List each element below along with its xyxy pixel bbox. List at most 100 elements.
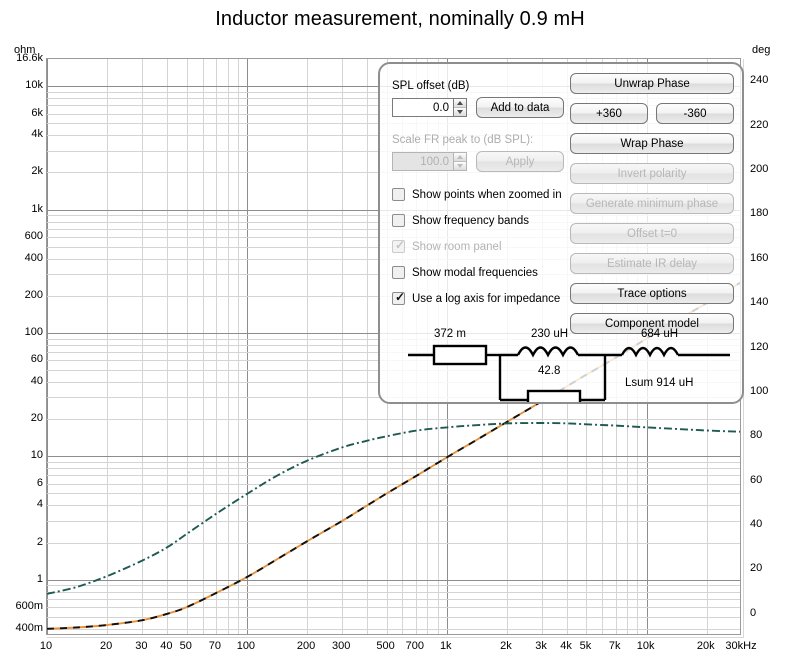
- left-axis-tick-label: 4k: [31, 128, 43, 141]
- left-axis-tick-label: 4: [36, 498, 43, 511]
- x-axis-tick-label: 700: [405, 640, 424, 652]
- x-axis-tick-label: 2k: [500, 640, 512, 652]
- minus-360-button[interactable]: -360: [656, 103, 734, 124]
- spl-offset-spin-buttons[interactable]: [454, 98, 467, 117]
- left-axis-tick-label: 16.6k: [16, 52, 43, 64]
- offset-t0-button: Offset t=0: [570, 223, 734, 244]
- checkbox-label: Use a log axis for impedance: [412, 292, 561, 305]
- x-axis-tick-label: 40: [160, 640, 173, 652]
- plus-360-button[interactable]: +360: [570, 103, 648, 124]
- spl-offset-increment-button[interactable]: [454, 99, 466, 108]
- left-axis-tick-label: 60: [30, 353, 43, 366]
- left-axis-tick-label: 2: [36, 535, 43, 548]
- left-axis-tick-label: 1: [36, 572, 43, 585]
- right-axis-tick-label: 140: [750, 296, 769, 309]
- checkbox-label: Show modal frequencies: [412, 266, 538, 279]
- x-axis-tick-label: 300: [332, 640, 351, 652]
- checkbox-label: Show room panel: [412, 240, 502, 253]
- x-axis-tick-label: 70: [208, 640, 222, 652]
- left-axis-tick-label: 600: [24, 229, 43, 242]
- checkbox-show-points-when-zoomed-in[interactable]: Show points when zoomed in: [392, 188, 562, 201]
- x-axis-tick-label: 100: [236, 640, 256, 652]
- right-axis-tick-label: 80: [750, 429, 763, 442]
- scale-fr-label: Scale FR peak to (dB SPL):: [392, 134, 534, 146]
- x-axis-tick-label: 10k: [636, 640, 655, 652]
- right-axis-tick-label: 160: [750, 251, 769, 264]
- unwrap-phase-button[interactable]: Unwrap Phase: [570, 73, 734, 94]
- checkbox-label: Show frequency bands: [412, 214, 529, 227]
- series-inductance-label: 684 uH: [641, 328, 679, 340]
- checkbox-box[interactable]: [392, 188, 405, 201]
- right-axis-tick-label: 100: [750, 384, 769, 397]
- left-axis-tick-label: 1k: [31, 202, 43, 215]
- left-axis-tick-label: 100: [24, 325, 43, 338]
- x-axis-tick-label: 4k: [560, 640, 572, 652]
- right-axis-tick-label: 120: [750, 340, 769, 353]
- x-axis-tick-label: 20k: [696, 640, 715, 652]
- right-axis-tick-label: 20: [750, 562, 763, 575]
- checkbox-show-frequency-bands[interactable]: Show frequency bands: [392, 214, 529, 227]
- x-axis-tick-label: 200: [296, 640, 316, 652]
- x-axis-tick-label: 7k: [608, 640, 621, 652]
- x-axis-tick-label: 10: [39, 640, 53, 652]
- trace-options-button[interactable]: Trace options: [570, 283, 734, 304]
- curve-phase: [47, 422, 740, 595]
- left-axis-tick-label: 400: [24, 251, 43, 264]
- checkbox-label: Show points when zoomed in: [412, 188, 562, 201]
- left-axis-tick-label: 40: [30, 375, 43, 388]
- series-resistance-label: 372 m: [434, 328, 466, 340]
- right-axis-tick-label: 60: [750, 473, 763, 486]
- left-axis-tick-label: 2k: [31, 165, 43, 178]
- spl-offset-decrement-button[interactable]: [454, 108, 466, 116]
- right-axis-tick-label: 0: [750, 606, 757, 619]
- spl-offset-stepper[interactable]: 0.0: [392, 98, 467, 117]
- left-axis-tick-label: 400m: [15, 621, 43, 634]
- add-to-data-button[interactable]: Add to data: [476, 97, 564, 118]
- checkbox-show-room-panel: ✓ Show room panel: [392, 238, 502, 253]
- x-axis-tick-label: 20: [100, 640, 113, 652]
- check-icon: ✓: [395, 238, 406, 252]
- x-axis-tick-label: 5k: [579, 640, 592, 652]
- left-axis-tick-label: 600m: [15, 600, 43, 613]
- checkbox-box[interactable]: [392, 214, 405, 227]
- parallel-resistance-label: 42.8: [538, 365, 561, 377]
- x-axis-tick-label: 30: [135, 640, 148, 652]
- checkbox-show-modal-frequencies[interactable]: Show modal frequencies: [392, 266, 538, 279]
- left-axis-tick-label: 10: [30, 449, 43, 462]
- wrap-phase-button[interactable]: Wrap Phase: [570, 133, 734, 154]
- right-axis-unit: deg: [752, 44, 771, 56]
- right-axis-tick-label: 220: [750, 118, 769, 131]
- checkbox-box[interactable]: [392, 266, 405, 279]
- x-axis-tick-label: 500: [376, 640, 395, 652]
- x-axis-tick-label: 30kHz: [725, 640, 757, 652]
- apply-button: Apply: [476, 151, 564, 172]
- scale-fr-stepper: 100.0: [392, 152, 467, 171]
- parallel-inductance-label: 230 uH: [531, 328, 569, 340]
- x-axis-tick-label: 50: [179, 640, 192, 652]
- checkbox-box: ✓: [392, 238, 406, 253]
- checkbox-box[interactable]: ✓: [392, 291, 405, 305]
- estimate-ir-delay-button: Estimate IR delay: [570, 253, 734, 274]
- left-axis-tick-label: 20: [30, 412, 43, 425]
- scale-fr-decrement-button: [454, 162, 466, 170]
- right-axis-tick-label: 240: [750, 74, 769, 87]
- scale-fr-input: 100.0: [392, 152, 454, 171]
- right-axis-tick-label: 180: [750, 207, 769, 220]
- x-axis-tick-label: 1k: [439, 640, 452, 652]
- right-axis-tick-label: 40: [750, 518, 763, 531]
- invert-polarity-button: Invert polarity: [570, 163, 734, 184]
- scale-fr-spin-buttons: [454, 152, 467, 171]
- x-axis-tick-label: 3k: [535, 640, 547, 652]
- generate-minimum-phase-button: Generate minimum phase: [570, 193, 734, 214]
- spl-offset-label: SPL offset (dB): [392, 80, 470, 92]
- checkbox-use-log-axis-for-impedance[interactable]: ✓ Use a log axis for impedance: [392, 291, 561, 305]
- left-axis-tick-label: 6k: [31, 106, 43, 119]
- left-axis-tick-label: 10k: [25, 79, 43, 92]
- page-title: Inductor measurement, nominally 0.9 mH: [215, 8, 585, 30]
- spl-offset-input[interactable]: 0.0: [392, 98, 454, 117]
- scale-fr-increment-button: [454, 153, 466, 162]
- total-inductance-label: Lsum 914 uH: [625, 377, 694, 389]
- left-axis-tick-label: 6: [36, 476, 43, 489]
- right-axis-tick-label: 200: [750, 162, 769, 175]
- left-axis-tick-label: 200: [24, 288, 43, 301]
